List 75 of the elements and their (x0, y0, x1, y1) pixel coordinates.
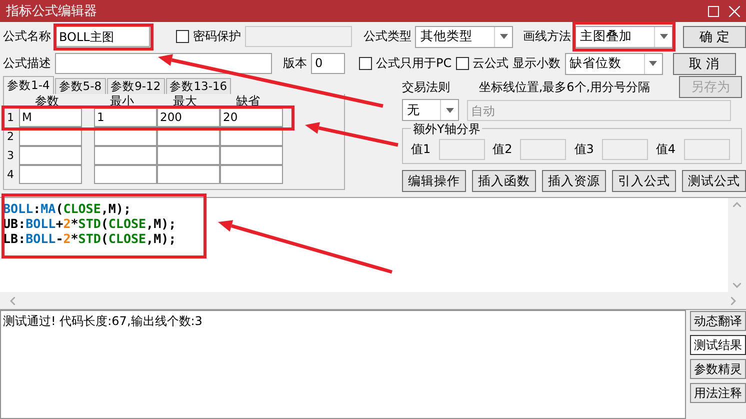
tool-button[interactable]: 编辑操作 (402, 170, 466, 192)
side-button[interactable]: 测试结果 (690, 335, 746, 355)
tool-button[interactable]: 插入资源 (542, 170, 606, 192)
tool-button[interactable]: 引入公式 (612, 170, 676, 192)
close-icon[interactable] (729, 6, 740, 16)
field-label: 公式名称 (3, 28, 51, 45)
param-field[interactable] (157, 146, 220, 165)
dropdown-arrow-icon (500, 34, 508, 39)
dropdown-arrow-icon (660, 34, 668, 39)
param-field[interactable] (94, 146, 157, 165)
param-field[interactable]: M (19, 108, 82, 127)
field-label: 值3 (574, 140, 594, 158)
field-label: 值2 (492, 140, 512, 158)
field-label: 版本 (283, 55, 307, 72)
value-field (684, 138, 730, 160)
side-button[interactable]: 参数精灵 (690, 359, 746, 379)
chevron-down-icon[interactable] (733, 283, 741, 288)
checkbox-label: 云公式 (472, 55, 509, 72)
type-select[interactable]: 其他类型 (415, 26, 514, 48)
dropdown-arrow-icon (649, 61, 658, 66)
trade-rule-select[interactable]: 无 (402, 99, 459, 121)
param-field[interactable] (157, 165, 220, 184)
param-field[interactable] (19, 146, 82, 165)
value-field (602, 138, 648, 160)
param-tab[interactable]: 参数1-4 (3, 76, 54, 94)
param-tab[interactable]: 参数13-16 (166, 78, 232, 94)
field-label: 公式描述 (3, 55, 51, 72)
maximize-icon[interactable] (708, 6, 719, 16)
checkbox-label: 公式只用于PC (376, 55, 452, 72)
field-label: 显示小数 (512, 55, 561, 72)
param-tab[interactable]: 参数9-12 (106, 78, 165, 94)
tool-button[interactable]: 测试公式 (682, 170, 746, 192)
chevron-left-icon[interactable] (10, 296, 15, 304)
code-line: BOLL:MA(CLOSE,M); (3, 201, 132, 216)
param-field[interactable] (19, 165, 82, 184)
param-tab[interactable]: 参数5-8 (54, 78, 106, 94)
output-text: 测试通过! 代码长度:67,输出线个数:3 (0, 310, 686, 419)
row-number: 2 (7, 129, 15, 145)
cancel-button[interactable]: 取 消 (672, 52, 736, 74)
checkbox[interactable] (359, 57, 372, 70)
version-field[interactable]: 0 (311, 53, 345, 74)
field-label: 值4 (656, 140, 676, 158)
value-field (520, 138, 566, 160)
param-field[interactable] (220, 165, 283, 184)
row-number: 3 (7, 148, 15, 164)
decimals-select[interactable]: 缺省位数 (564, 52, 663, 74)
chevron-up-icon[interactable] (733, 202, 741, 207)
value-field (438, 138, 485, 160)
field-label: 坐标线位置,最多6个,用分号分隔 (478, 78, 650, 96)
param-field[interactable] (94, 165, 157, 184)
param-field[interactable]: 1 (94, 108, 157, 127)
side-button[interactable]: 用法注释 (690, 383, 746, 403)
group-title: 额外Y轴分界 (411, 121, 482, 138)
field-label: 值1 (411, 140, 431, 158)
field-label: 公式类型 (363, 28, 412, 45)
field-label: 画线方法 (523, 28, 572, 45)
ok-button[interactable]: 确 定 (683, 26, 746, 48)
param-field[interactable]: 200 (157, 108, 220, 127)
tool-button[interactable]: 插入函数 (472, 170, 536, 192)
window-title: 指标公式编辑器 (6, 3, 97, 20)
name-field[interactable]: BOLL主图 (55, 26, 150, 47)
checkbox[interactable] (176, 30, 189, 43)
description-field[interactable] (55, 53, 272, 74)
param-field[interactable]: 20 (220, 108, 283, 127)
row-number: 4 (7, 167, 15, 183)
checkbox-label: 密码保护 (192, 28, 241, 45)
dropdown-arrow-icon (446, 108, 454, 112)
code-line: LB:BOLL-2*STD(CLOSE,M); (3, 231, 178, 246)
side-button[interactable]: 动态翻译 (690, 311, 746, 331)
draw-method-select[interactable]: 主图叠加 (575, 26, 674, 48)
field-label: 交易法则 (402, 78, 450, 96)
checkbox[interactable] (456, 57, 469, 70)
chevron-right-icon[interactable] (731, 296, 736, 304)
param-field[interactable] (220, 146, 283, 165)
row-number: 1 (7, 110, 15, 126)
